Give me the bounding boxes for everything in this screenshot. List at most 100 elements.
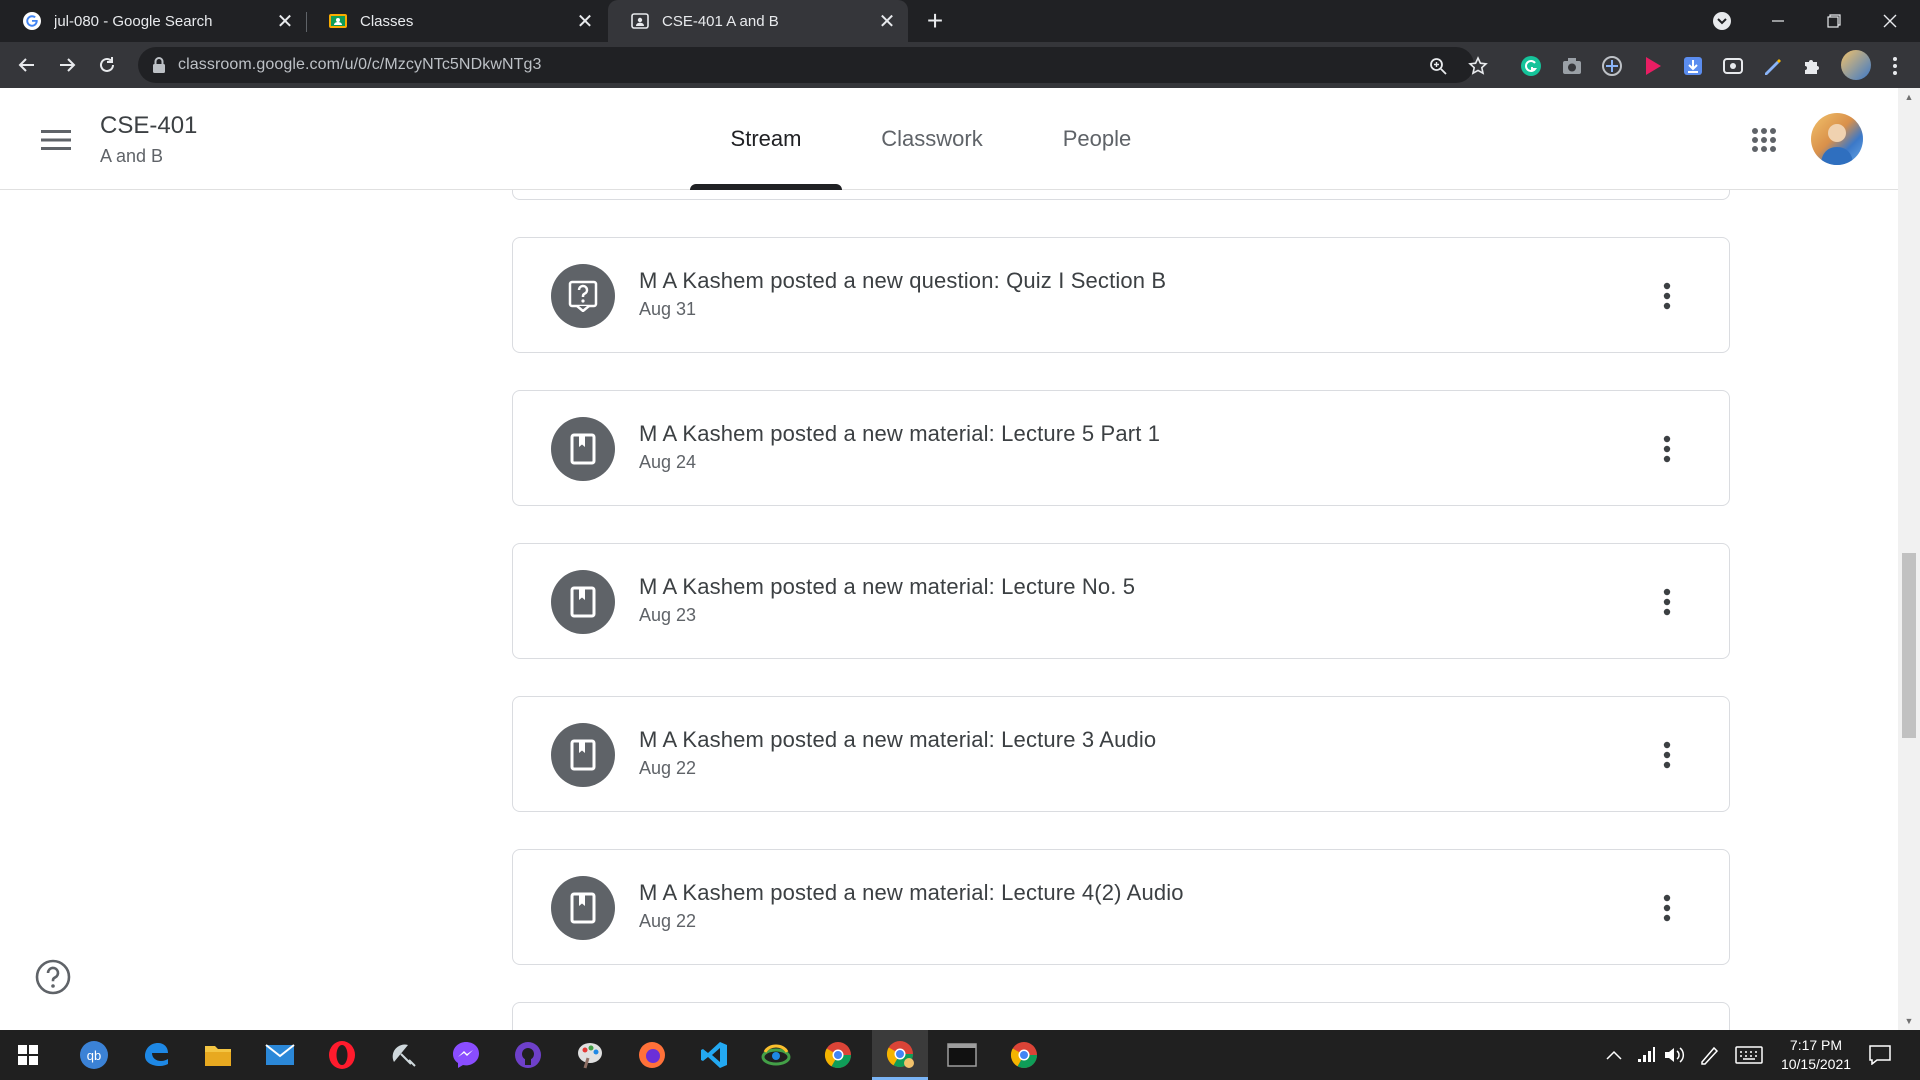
browser-tab-google-search[interactable]: jul-080 - Google Search ✕: [0, 0, 306, 42]
post-options-button[interactable]: [1647, 735, 1687, 775]
tab-stream[interactable]: Stream: [690, 88, 842, 190]
close-tab-icon[interactable]: ✕: [872, 6, 902, 36]
google-apps-button[interactable]: [1744, 120, 1784, 160]
close-tab-icon[interactable]: ✕: [270, 6, 300, 36]
class-title[interactable]: CSE-401: [100, 112, 197, 140]
account-avatar[interactable]: [1811, 113, 1863, 165]
post-options-button[interactable]: [1647, 276, 1687, 316]
taskbar-satellite-app[interactable]: [376, 1030, 432, 1080]
network-wifi-icon[interactable]: [1634, 1043, 1658, 1067]
more-vert-icon: [1663, 435, 1671, 463]
scrollbar-thumb[interactable]: [1902, 553, 1916, 738]
forward-button[interactable]: [52, 50, 82, 80]
post-options-button[interactable]: [1647, 888, 1687, 928]
page-scrollbar[interactable]: ▲ ▼: [1898, 88, 1920, 1030]
action-center-notification-icon[interactable]: [1868, 1043, 1892, 1067]
system-clock[interactable]: 7:17 PM 10/15/2021: [1766, 1036, 1866, 1074]
kebab-menu-icon[interactable]: [1884, 55, 1906, 77]
github-icon: [515, 1042, 541, 1068]
ghostery-extension-icon[interactable]: [1601, 55, 1623, 77]
post-options-button[interactable]: [1647, 582, 1687, 622]
close-window-button[interactable]: [1864, 0, 1916, 42]
chrome-profile-icon: [886, 1040, 914, 1068]
taskbar-messenger[interactable]: [438, 1030, 494, 1080]
pen-workspace-icon[interactable]: [1698, 1043, 1722, 1067]
new-tab-button[interactable]: +: [920, 5, 950, 36]
taskbar-network-app[interactable]: [748, 1030, 804, 1080]
taskbar-qbittorrent[interactable]: qb: [66, 1030, 122, 1080]
touch-keyboard-icon[interactable]: [1734, 1043, 1764, 1067]
stream-post-card[interactable]: M A Kashem posted a new material: Lectur…: [512, 390, 1730, 506]
post-title[interactable]: M A Kashem posted a new material: Lectur…: [639, 421, 1160, 447]
show-hidden-icons-chevron-up-icon[interactable]: [1602, 1043, 1626, 1067]
scroll-up-arrow-icon[interactable]: ▲: [1904, 92, 1914, 102]
scroll-down-arrow-icon[interactable]: ▼: [1904, 1016, 1914, 1026]
download-extension-icon[interactable]: [1682, 55, 1704, 77]
taskbar-chrome[interactable]: [810, 1030, 866, 1080]
back-button[interactable]: [12, 50, 42, 80]
zoom-icon[interactable]: [1428, 56, 1448, 76]
post-title[interactable]: M A Kashem posted a new question: Quiz I…: [639, 268, 1166, 294]
taskbar-github-desktop[interactable]: [500, 1030, 556, 1080]
browser-toolbar: classroom.google.com/u/0/c/MzcyNTc5NDkwN…: [0, 42, 1920, 88]
more-vert-icon: [1663, 894, 1671, 922]
puzzle-extensions-icon[interactable]: [1801, 55, 1823, 77]
reload-icon: [100, 57, 114, 72]
pen-extension-icon[interactable]: [1761, 55, 1783, 77]
profile-avatar[interactable]: [1841, 50, 1871, 80]
taskbar-chrome-active[interactable]: [872, 1030, 928, 1080]
close-tab-icon[interactable]: ✕: [570, 6, 600, 36]
satellite-dish-icon: [392, 1044, 416, 1067]
opera-icon: [329, 1041, 355, 1069]
post-date: Aug 22: [639, 758, 697, 778]
stream-post-card[interactable]: M A Kashem posted a new material: Lectur…: [512, 543, 1730, 659]
stream-card-partial: [512, 190, 1730, 200]
camera-extension-icon[interactable]: [1561, 55, 1583, 77]
material-icon: [551, 570, 615, 634]
mail-icon: [265, 1044, 295, 1065]
post-options-button[interactable]: [1647, 429, 1687, 469]
taskbar-paint-app[interactable]: [562, 1030, 618, 1080]
stream-post-card[interactable]: M A Kashem posted a new question: Quiz I…: [512, 237, 1730, 353]
taskbar-file-explorer[interactable]: [190, 1030, 246, 1080]
tab-search-button[interactable]: [1696, 0, 1748, 42]
taskbar-edge[interactable]: [128, 1030, 184, 1080]
hamburger-icon: [41, 130, 71, 150]
post-date: Aug 24: [639, 452, 697, 472]
tab-people[interactable]: People: [1022, 88, 1172, 190]
minimize-window-button[interactable]: [1752, 0, 1804, 42]
taskbar-opera[interactable]: [314, 1030, 370, 1080]
post-title[interactable]: M A Kashem posted a new material: Lectur…: [639, 880, 1184, 906]
stream-post-card[interactable]: M A Kashem posted a new material: Lectur…: [512, 696, 1730, 812]
address-bar[interactable]: classroom.google.com/u/0/c/MzcyNTc5NDkwN…: [138, 47, 1488, 83]
material-icon: [551, 876, 615, 940]
taskbar-firefox[interactable]: [624, 1030, 680, 1080]
tab-classwork[interactable]: Classwork: [862, 88, 1002, 190]
clock-time: 7:17 PM: [1789, 1037, 1843, 1053]
taskbar-terminal[interactable]: [934, 1030, 990, 1080]
vscode-icon: [701, 1042, 727, 1068]
post-title[interactable]: M A Kashem posted a new material: Lectur…: [639, 574, 1135, 600]
browser-tab-classes[interactable]: Classes ✕: [306, 0, 606, 42]
restore-window-button[interactable]: [1808, 0, 1860, 42]
volume-icon[interactable]: [1662, 1043, 1686, 1067]
help-button[interactable]: [34, 958, 72, 996]
browser-tab-cse401[interactable]: CSE-401 A and B ✕: [608, 0, 908, 42]
more-vert-icon: [1663, 741, 1671, 769]
bookmark-star-icon[interactable]: [1468, 56, 1488, 76]
browser-tab-strip: jul-080 - Google Search ✕ Classes ✕ CSE-…: [0, 0, 1920, 42]
lock-icon[interactable]: [152, 56, 166, 79]
taskbar-chrome-ext[interactable]: [996, 1030, 1052, 1080]
start-button[interactable]: [0, 1030, 56, 1080]
main-menu-button[interactable]: [36, 120, 76, 160]
taskbar-mail[interactable]: [252, 1030, 308, 1080]
reload-button[interactable]: [92, 50, 122, 80]
more-vert-icon: [1663, 588, 1671, 616]
taskbar-vscode[interactable]: [686, 1030, 742, 1080]
post-title[interactable]: M A Kashem posted a new material: Lectur…: [639, 727, 1156, 753]
play-extension-icon[interactable]: [1642, 55, 1664, 77]
stream-post-card[interactable]: M A Kashem posted a new material: Lectur…: [512, 849, 1730, 965]
svg-text:qb: qb: [87, 1048, 101, 1063]
grammarly-extension-icon[interactable]: [1520, 55, 1542, 77]
screen-extension-icon[interactable]: [1722, 55, 1744, 77]
